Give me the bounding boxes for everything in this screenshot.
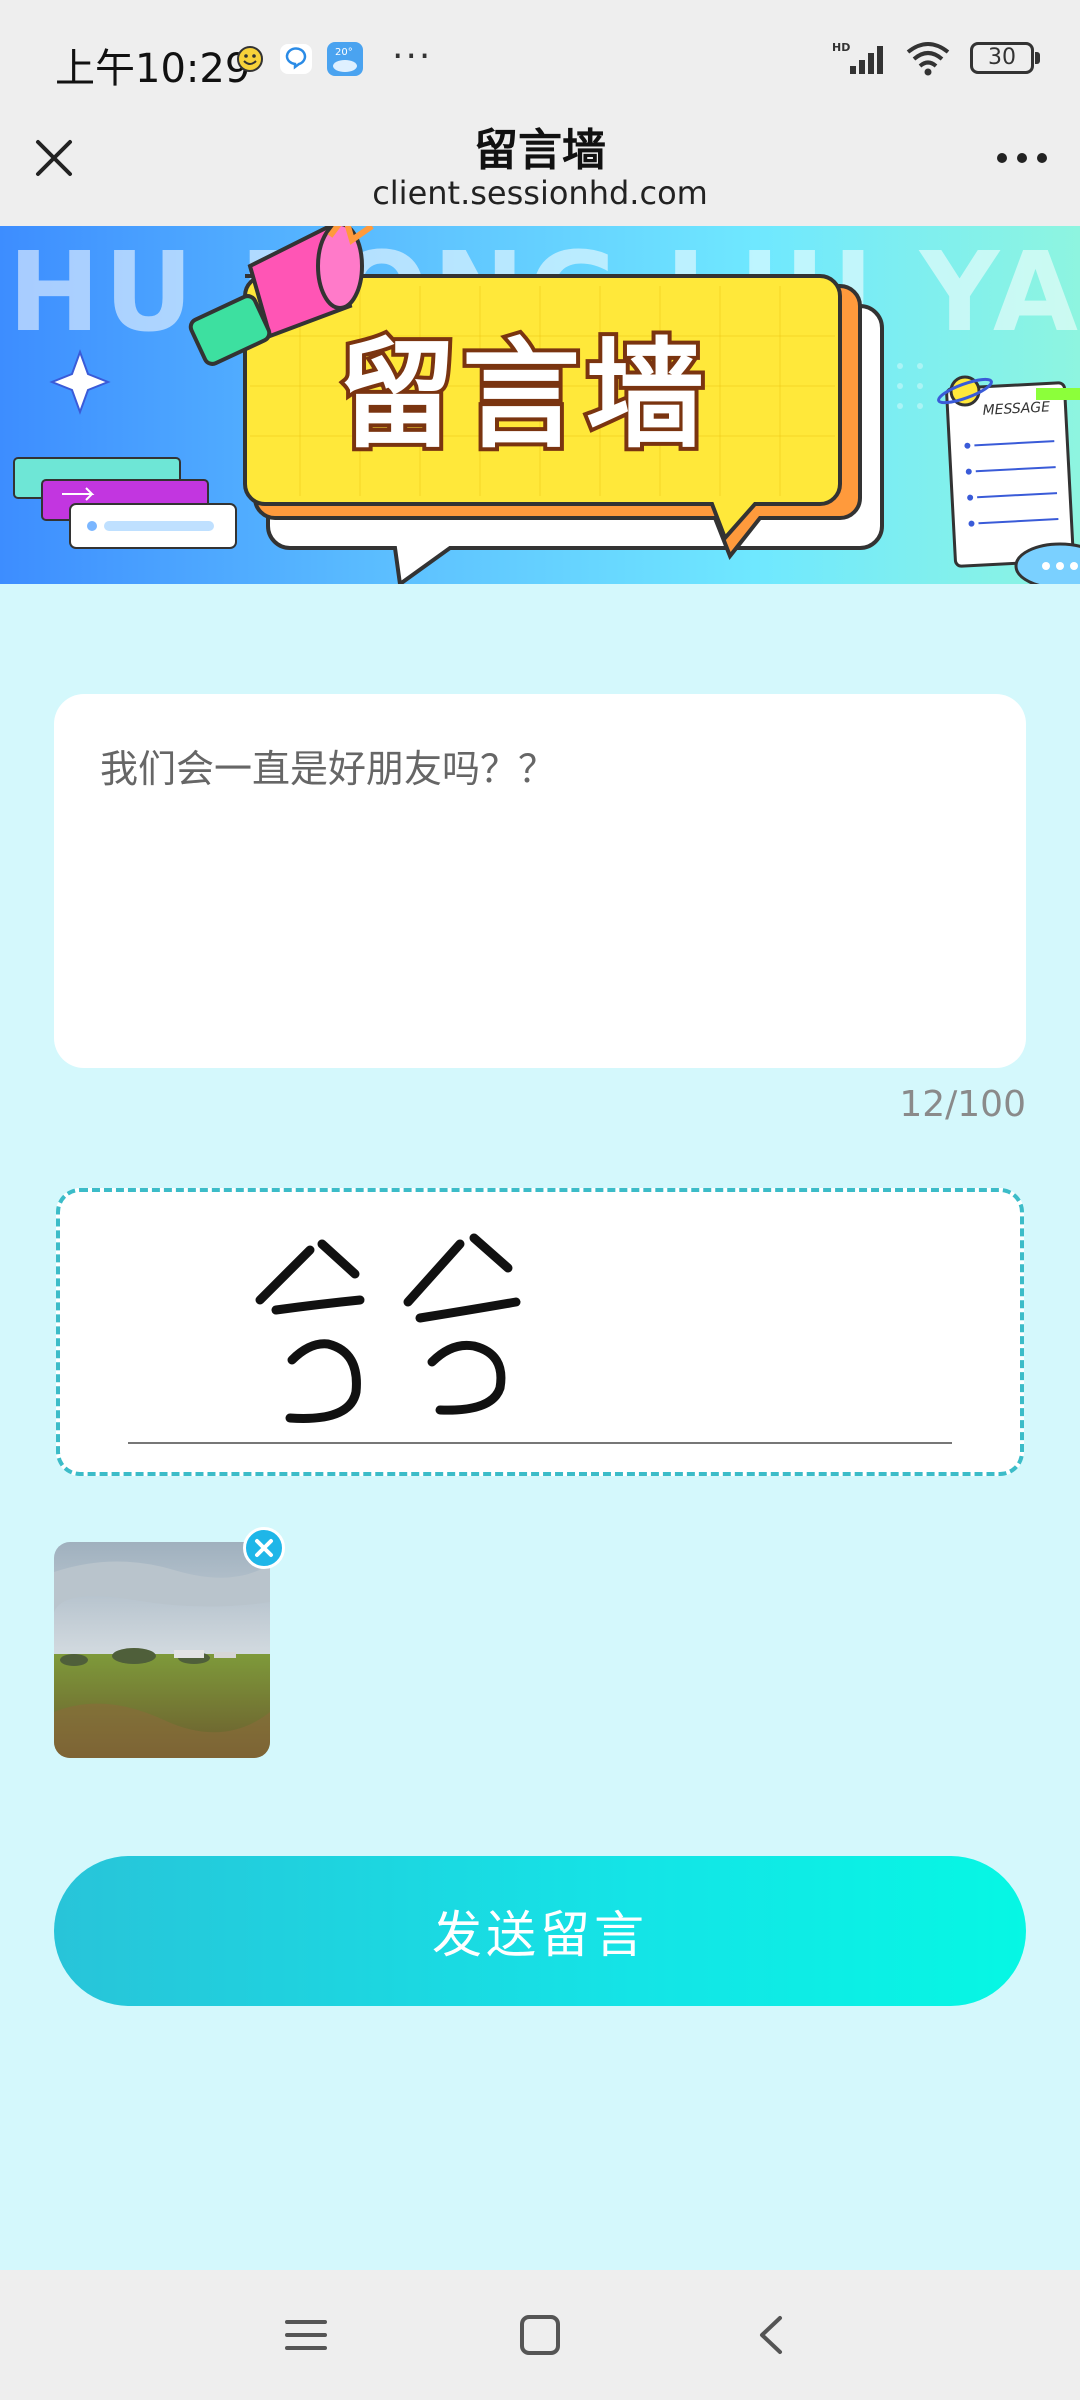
weather-app-icon: 20° xyxy=(327,42,363,76)
system-navigation-bar xyxy=(0,2270,1080,2400)
handwritten-signature: 兮兮 xyxy=(255,1233,521,1423)
home-icon[interactable] xyxy=(515,2310,565,2360)
send-message-button[interactable]: 发送留言 xyxy=(54,1856,1026,2006)
banner-title: 留言墙 xyxy=(338,326,710,464)
chat-app-icon xyxy=(280,44,312,74)
svg-text:20°: 20° xyxy=(335,47,353,58)
battery-level: 30 xyxy=(988,45,1016,70)
wifi-icon xyxy=(906,42,950,76)
banner-illustration: MESSAGE 留言墙 xyxy=(13,226,1080,584)
smiley-app-icon xyxy=(237,46,263,72)
browser-nav-bar: 留言墙 client.sessionhd.com xyxy=(0,100,1080,226)
menu-icon[interactable] xyxy=(281,2310,331,2360)
remove-image-button[interactable] xyxy=(243,1527,285,1569)
banner: HU DONG LIU YAN QIANG xyxy=(0,226,1080,584)
character-counter: 12/100 xyxy=(899,1084,1026,1125)
signature-baseline xyxy=(128,1442,952,1444)
uploaded-image-thumbnail[interactable] xyxy=(54,1542,270,1758)
signature-pad[interactable]: 兮兮 xyxy=(56,1188,1024,1476)
page-url: client.sessionhd.com xyxy=(372,174,708,212)
status-time: 上午10:29 xyxy=(55,46,251,92)
cellular-signal-icon: HD xyxy=(832,41,883,74)
landscape-photo xyxy=(54,1542,270,1758)
message-textarea[interactable]: 我们会一直是好朋友吗？？ xyxy=(54,694,1026,1068)
system-indicators: HD 30 xyxy=(832,40,1040,76)
network-label: HD xyxy=(832,41,850,54)
more-notifications: ··· xyxy=(392,36,433,77)
more-options-icon[interactable] xyxy=(994,138,1050,178)
page-title: 留言墙 xyxy=(474,125,606,176)
back-icon[interactable] xyxy=(748,2310,798,2360)
message-text: 我们会一直是好朋友吗？？ xyxy=(100,747,557,791)
notification-icons: 20° xyxy=(235,42,363,76)
battery-icon: 30 xyxy=(970,42,1040,74)
close-icon xyxy=(255,1539,273,1557)
